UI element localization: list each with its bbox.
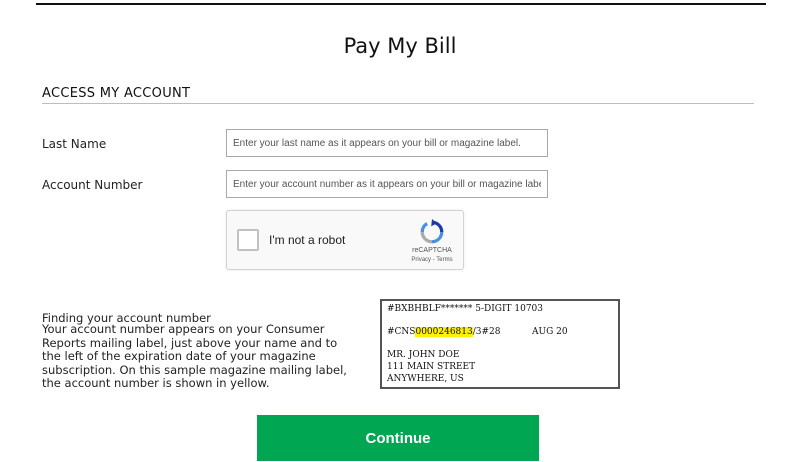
recaptcha-links: Privacy - Terms — [399, 257, 465, 263]
recaptcha-privacy-link[interactable]: Privacy — [411, 257, 431, 263]
top-divider — [36, 3, 766, 5]
section-divider — [42, 103, 754, 104]
sample-mailing-label: #BXBHBLF******* 5-DIGIT 10703 #CNS000024… — [380, 299, 620, 389]
recaptcha-brand: reCAPTCHA — [412, 247, 452, 254]
sample-label-line4: 111 MAIN STREET — [387, 362, 476, 372]
sample-label-suffix: /3#28 — [472, 327, 501, 337]
continue-button[interactable]: Continue — [257, 415, 539, 461]
sample-label-prefix: #CNS — [387, 327, 416, 337]
section-title: ACCESS MY ACCOUNT — [42, 86, 191, 101]
page-title: Pay My Bill — [343, 34, 457, 58]
help-text: Your account number appears on your Cons… — [42, 322, 347, 390]
sample-label-line5: ANYWHERE, US — [387, 374, 464, 384]
recaptcha-checkbox[interactable] — [237, 229, 259, 251]
last-name-input[interactable] — [226, 129, 548, 157]
recaptcha-terms-link[interactable]: Terms — [436, 257, 452, 263]
recaptcha-widget: I'm not a robot reCAPTCHA Privacy - Term… — [226, 210, 464, 270]
account-number-input[interactable] — [226, 170, 548, 198]
sample-account-number-highlight: 0000246813 — [415, 327, 473, 337]
recaptcha-label: I'm not a robot — [269, 233, 346, 247]
sample-label-date: AUG 20 — [532, 327, 568, 337]
sample-label-line2: #CNS0000246813/3#28 — [387, 327, 501, 337]
account-number-label: Account Number — [42, 178, 143, 192]
sample-label-line1: #BXBHBLF******* 5-DIGIT 10703 — [387, 304, 543, 314]
sample-label-line3: MR. JOHN DOE — [387, 350, 460, 360]
last-name-label: Last Name — [42, 137, 107, 151]
recaptcha-logo-icon — [420, 219, 444, 244]
